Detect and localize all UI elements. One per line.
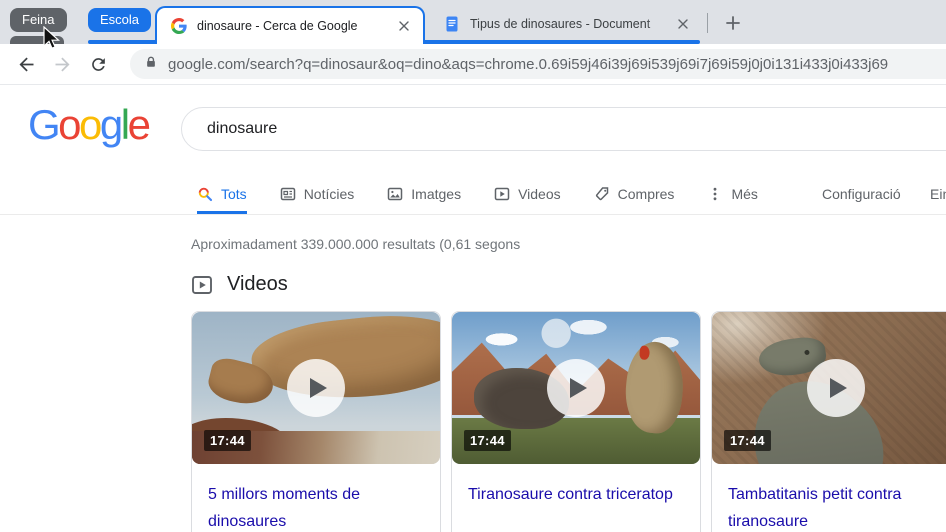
- video-title-link[interactable]: Tiranosaure contra triceratop: [452, 464, 700, 522]
- close-tab-icon[interactable]: [395, 17, 413, 35]
- news-icon: [280, 187, 295, 201]
- video-duration-badge: 17:44: [204, 430, 251, 451]
- videos-section-header: Videos: [191, 273, 288, 296]
- play-button-icon: [287, 359, 345, 417]
- nav-tab-imatges[interactable]: Imatges: [387, 174, 461, 214]
- nav-tab-label: Imatges: [411, 186, 462, 202]
- nav-tab-noticies[interactable]: Notícies: [280, 174, 355, 214]
- nav-tab-label: Més: [731, 186, 758, 202]
- video-duration-badge: 17:44: [724, 430, 771, 451]
- tools-link[interactable]: Eines: [930, 186, 946, 202]
- video-thumbnail[interactable]: 17:44: [712, 312, 946, 464]
- tab-group-chip-escola[interactable]: Escola: [88, 8, 152, 32]
- logo-letter: g: [99, 101, 123, 148]
- tab-docs[interactable]: Tipus de dinosaures - Document: [432, 6, 700, 42]
- video-card: 17:44 Tambatitanis petit contra tiranosa…: [711, 311, 946, 532]
- search-icon: [198, 187, 213, 202]
- shopping-tag-icon: [595, 187, 608, 201]
- videos-section-icon: [192, 275, 212, 294]
- tab-divider: [707, 13, 708, 33]
- browser-toolbar: google.com/search?q=dinosaur&oq=dino&aqs…: [0, 44, 946, 85]
- search-results-page: Google Tots Notícies: [0, 85, 946, 532]
- nav-tab-mes[interactable]: Més: [707, 174, 758, 214]
- tab-title: Tipus de dinosaures - Document: [470, 17, 651, 31]
- video-results-row: 17:44 5 millors moments de dinosaures 17…: [191, 311, 946, 532]
- tab-google-search[interactable]: dinosaure - Cerca de Google: [155, 6, 425, 44]
- result-type-nav: Tots Notícies Imatges Videos Compres Més…: [0, 174, 946, 214]
- more-vertical-icon: [714, 187, 717, 201]
- video-title-link[interactable]: 5 millors moments de dinosaures: [192, 464, 440, 532]
- tab-title: dinosaure - Cerca de Google: [197, 19, 358, 33]
- video-thumbnail[interactable]: 17:44: [452, 312, 700, 464]
- mouse-cursor: [43, 26, 60, 49]
- result-stats: Aproximadament 339.000.000 resultats (0,…: [191, 236, 521, 252]
- search-input[interactable]: [205, 119, 946, 139]
- google-logo[interactable]: Google: [28, 101, 151, 148]
- logo-letter: G: [28, 101, 61, 148]
- tab-strip: Feina Escola dinosaure - Cerca de Google: [0, 0, 946, 44]
- logo-letter: o: [79, 101, 102, 148]
- logo-letter: l: [120, 101, 130, 148]
- video-card: 17:44 Tiranosaure contra triceratop: [451, 311, 701, 532]
- address-bar[interactable]: google.com/search?q=dinosaur&oq=dino&aqs…: [130, 49, 946, 79]
- nav-tab-videos[interactable]: Videos: [494, 174, 561, 214]
- divider: [0, 214, 946, 215]
- nav-tab-label: Videos: [518, 186, 561, 202]
- logo-letter: o: [58, 101, 81, 148]
- url-text: google.com/search?q=dinosaur&oq=dino&aqs…: [168, 55, 889, 73]
- video-icon: [494, 187, 510, 201]
- play-button-icon: [547, 359, 605, 417]
- nav-tab-tots[interactable]: Tots: [197, 174, 247, 214]
- nav-tab-compres[interactable]: Compres: [594, 174, 675, 214]
- new-tab-button[interactable]: [720, 10, 746, 36]
- video-thumbnail[interactable]: 17:44: [192, 312, 440, 464]
- search-box[interactable]: [181, 107, 946, 151]
- reload-button[interactable]: [85, 51, 111, 77]
- settings-link[interactable]: Configuració: [822, 186, 901, 202]
- image-icon: [388, 187, 403, 201]
- lock-icon: [144, 55, 158, 74]
- browser-window: Feina Escola dinosaure - Cerca de Google: [0, 0, 946, 532]
- nav-tab-label: Compres: [617, 186, 675, 202]
- close-tab-icon[interactable]: [674, 15, 692, 33]
- google-favicon-icon: [171, 18, 187, 34]
- back-button[interactable]: [13, 51, 39, 77]
- play-button-icon: [807, 359, 865, 417]
- video-title-link[interactable]: Tambatitanis petit contra tiranosaure: [712, 464, 946, 532]
- nav-tab-label: Tots: [221, 186, 247, 202]
- logo-letter: e: [127, 101, 151, 148]
- google-docs-icon: [444, 16, 460, 32]
- videos-section-title: Videos: [227, 273, 288, 295]
- video-duration-badge: 17:44: [464, 430, 511, 451]
- video-card: 17:44 5 millors moments de dinosaures: [191, 311, 441, 532]
- nav-tab-label: Notícies: [303, 186, 355, 202]
- forward-button[interactable]: [49, 51, 75, 77]
